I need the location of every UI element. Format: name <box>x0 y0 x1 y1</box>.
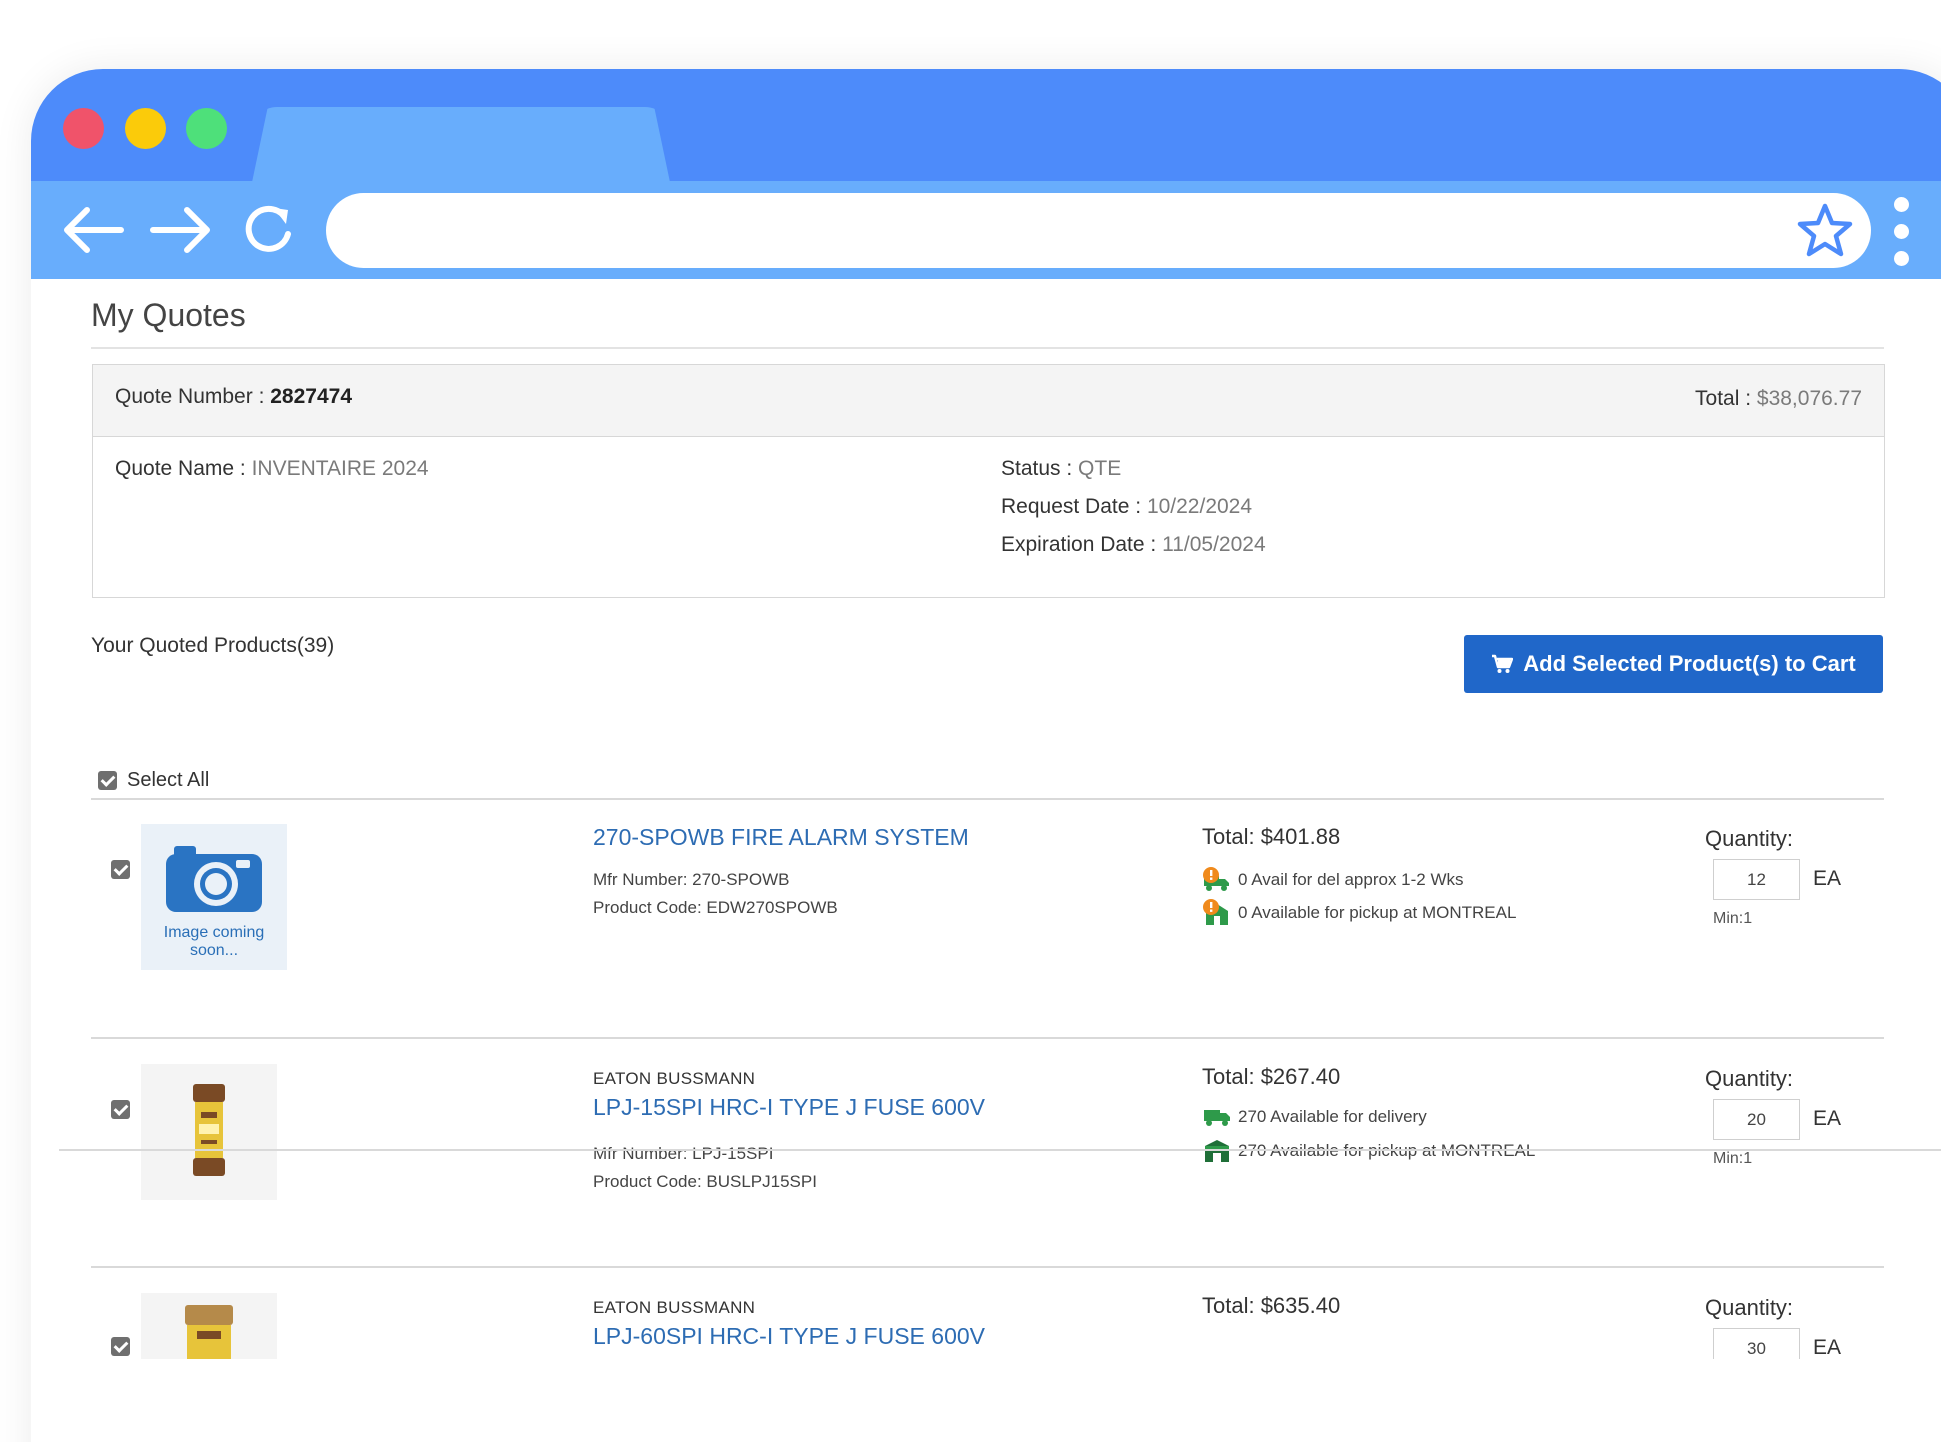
product-checkbox[interactable] <box>111 860 130 879</box>
pickup-availability: 0 Available for pickup at MONTREAL <box>1202 899 1516 927</box>
reload-icon <box>245 205 291 252</box>
quote-name: Quote Name : INVENTAIRE 2024 <box>115 457 429 481</box>
product-name-link[interactable]: LPJ-15SPI HRC-I TYPE J FUSE 600V <box>593 1094 985 1121</box>
page-content: My Quotes Quote Number : 2827474 Total :… <box>31 279 1941 1359</box>
quote-header: Quote Number : 2827474 Total : $38,076.7… <box>93 365 1884 437</box>
product-image-placeholder: Image coming soon... <box>141 824 287 970</box>
browser-window: My Quotes Quote Number : 2827474 Total :… <box>31 69 1941 1442</box>
request-date-value: 10/22/2024 <box>1146 495 1253 518</box>
image-coming-soon-text: Image coming soon... <box>163 924 265 959</box>
product-image <box>141 1293 277 1359</box>
quote-request-date: Request Date : 10/22/2024 <box>1001 495 1252 519</box>
row-divider <box>91 1037 1884 1039</box>
delivery-truck-icon <box>1204 1110 1230 1126</box>
quote-name-label: Quote Name : <box>115 457 246 480</box>
product-row: EATON BUSSMANN LPJ-60SPI HRC-I TYPE J FU… <box>91 1293 1884 1359</box>
quote-expiration-date: Expiration Date : 11/05/2024 <box>1001 533 1266 557</box>
camera-icon <box>166 846 262 912</box>
viewport-bottom-edge <box>59 1149 1941 1151</box>
select-all-label: Select All <box>127 769 210 791</box>
quote-number: Quote Number : 2827474 <box>115 385 352 409</box>
pickup-text: 0 Available for pickup at MONTREAL <box>1238 903 1517 922</box>
page-title: My Quotes <box>91 297 246 333</box>
unit-of-measure: EA <box>1813 1107 1842 1130</box>
list-divider <box>91 798 1884 800</box>
product-total: Total: $401.88 <box>1202 824 1341 849</box>
product-code: Product Code: EDW270SPOWB <box>593 898 838 917</box>
forward-button[interactable] <box>143 181 221 279</box>
quote-total: Total : $38,076.77 <box>1695 387 1862 411</box>
pickup-availability: 270 Available for pickup at MONTREAL <box>1202 1138 1535 1164</box>
status-value: QTE <box>1078 457 1122 480</box>
product-mfr-number: Mfr Number: 270-SPOWB <box>593 870 790 889</box>
fuse-image-icon <box>193 1084 225 1176</box>
status-label: Status : <box>1001 457 1073 480</box>
pickup-unavailable-icon <box>1203 899 1228 925</box>
product-code: Product Code: BUSLPJ15SPI <box>593 1172 817 1191</box>
add-selected-to-cart-button[interactable]: Add Selected Product(s) to Cart <box>1464 635 1883 693</box>
product-brand: EATON BUSSMANN <box>593 1069 756 1088</box>
quote-name-value: INVENTAIRE 2024 <box>251 457 429 480</box>
browser-tab[interactable] <box>251 107 671 187</box>
quoted-products-title: Your Quoted Products(39) <box>91 634 335 657</box>
arrow-right-icon <box>150 207 210 253</box>
browser-toolbar <box>31 181 1941 279</box>
product-total: Total: $267.40 <box>1202 1064 1341 1089</box>
quote-number-label: Quote Number : <box>115 385 265 408</box>
request-date-label: Request Date : <box>1001 495 1142 518</box>
product-name-link[interactable]: 270-SPOWB FIRE ALARM SYSTEM <box>593 824 969 851</box>
expiration-date-value: 11/05/2024 <box>1162 533 1266 556</box>
bookmark-star-icon[interactable] <box>1793 199 1857 263</box>
fuse-image-icon <box>185 1305 233 1359</box>
unit-of-measure: EA <box>1813 867 1842 890</box>
product-checkbox[interactable] <box>111 1337 130 1356</box>
quantity-input[interactable] <box>1713 1099 1800 1140</box>
store-pickup-icon <box>1205 1140 1229 1162</box>
row-divider <box>91 1266 1884 1268</box>
quote-total-value: $38,076.77 <box>1756 387 1862 410</box>
close-window-button[interactable] <box>63 108 104 149</box>
product-checkbox[interactable] <box>111 1100 130 1119</box>
delivery-availability: 270 Available for delivery <box>1202 1106 1427 1128</box>
delivery-text: 270 Available for delivery <box>1238 1107 1427 1126</box>
product-mfr-number: Mfr Number: LPJ-15SPI <box>593 1144 774 1163</box>
quantity-label: Quantity: <box>1705 826 1794 851</box>
back-button[interactable] <box>53 181 131 279</box>
title-divider <box>91 347 1884 349</box>
quote-summary: Quote Number : 2827474 Total : $38,076.7… <box>92 364 1885 598</box>
min-quantity: Min:1 <box>1713 1150 1753 1167</box>
quantity-input[interactable] <box>1713 1328 1800 1359</box>
expiration-date-label: Expiration Date : <box>1001 533 1157 556</box>
quote-number-value: 2827474 <box>270 385 353 408</box>
minimize-window-button[interactable] <box>125 108 166 149</box>
cart-icon <box>1492 654 1514 673</box>
delivery-text: 0 Avail for del approx 1-2 Wks <box>1238 870 1464 889</box>
browser-menu-icon[interactable] <box>1886 197 1916 267</box>
checkbox-checked-icon[interactable] <box>98 771 117 790</box>
product-brand: EATON BUSSMANN <box>593 1298 756 1317</box>
browser-titlebar <box>31 69 1941 187</box>
quantity-label: Quantity: <box>1705 1066 1794 1091</box>
select-all-checkbox[interactable]: Select All <box>98 769 209 792</box>
address-bar[interactable] <box>326 193 1871 268</box>
quote-total-label: Total : <box>1695 387 1752 410</box>
min-quantity: Min:1 <box>1713 910 1753 927</box>
product-image <box>141 1064 277 1200</box>
product-total: Total: $635.40 <box>1202 1293 1341 1318</box>
unit-of-measure: EA <box>1813 1336 1842 1359</box>
add-cart-label: Add Selected Product(s) to Cart <box>1523 651 1856 676</box>
delivery-availability: 0 Avail for del approx 1-2 Wks <box>1202 867 1464 893</box>
maximize-window-button[interactable] <box>186 108 227 149</box>
product-row: EATON BUSSMANN LPJ-15SPI HRC-I TYPE J FU… <box>91 1064 1884 1264</box>
quote-status: Status : QTE <box>1001 457 1121 481</box>
reload-button[interactable] <box>229 181 307 279</box>
quantity-label: Quantity: <box>1705 1295 1794 1320</box>
product-name-link[interactable]: LPJ-60SPI HRC-I TYPE J FUSE 600V <box>593 1323 985 1350</box>
delivery-unavailable-icon <box>1203 867 1229 891</box>
product-row: Image coming soon... 270-SPOWB FIRE ALAR… <box>91 824 1884 1024</box>
arrow-left-icon <box>64 207 124 253</box>
quantity-input[interactable] <box>1713 859 1800 900</box>
pickup-text: 270 Available for pickup at MONTREAL <box>1238 1141 1535 1161</box>
